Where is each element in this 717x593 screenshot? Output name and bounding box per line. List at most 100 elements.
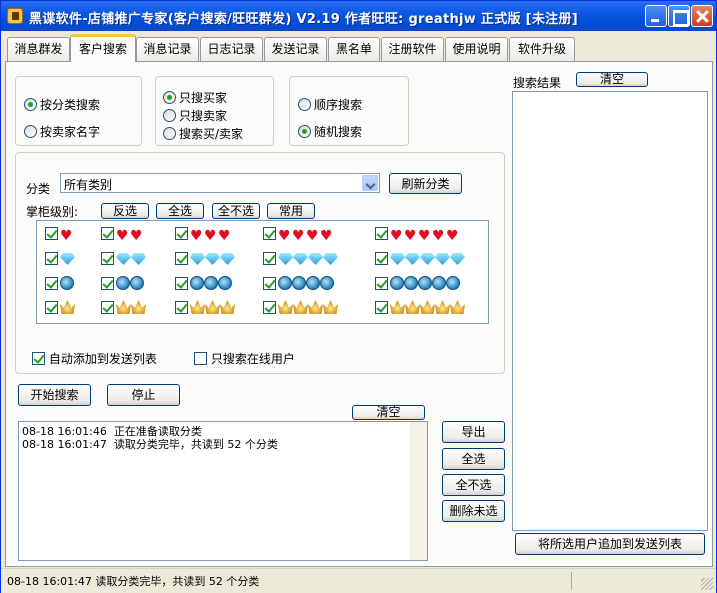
checkbox-box: [263, 252, 276, 265]
refresh-category-button[interactable]: 刷新分类: [389, 173, 462, 194]
level-option-blue-crown-3[interactable]: [175, 276, 232, 294]
level-option-gold-crown-5[interactable]: [375, 300, 465, 318]
diamond-icon: [435, 253, 450, 265]
diamond-icon: [420, 253, 435, 265]
close-button[interactable]: [691, 5, 713, 27]
resize-grip-icon[interactable]: [701, 578, 713, 590]
level-option-gold-crown-3[interactable]: [175, 300, 235, 318]
level-option-heart-2[interactable]: ♥♥: [101, 227, 144, 245]
search-results-list[interactable]: [512, 91, 708, 531]
tab-customer-search[interactable]: 客户搜索: [70, 34, 136, 62]
checkbox-box: [375, 252, 388, 265]
common-levels-button[interactable]: 常用: [267, 203, 315, 219]
title-bar[interactable]: 黑谍软件-店铺推广专家(客户搜索/旺旺群发) V2.19 作者旺旺: great…: [1, 1, 716, 31]
log-panel[interactable]: 08-18 16:01:46 正在准备读取分类 08-18 16:01:47 读取…: [18, 421, 428, 561]
select-none-button[interactable]: 全不选: [442, 474, 505, 496]
gold-crown-icon: [308, 300, 323, 314]
delete-unselected-button[interactable]: 删除未选: [442, 500, 505, 522]
diamond-icon: [308, 253, 323, 265]
tab-upgrade[interactable]: 软件升级: [509, 37, 575, 61]
heart-icon: ♥: [306, 228, 319, 244]
diamond-icon: [60, 253, 75, 265]
checkbox-box: [375, 277, 388, 290]
level-option-heart-4[interactable]: ♥♥♥♥: [263, 227, 334, 245]
select-all-levels-button[interactable]: 全选: [156, 203, 204, 219]
radio-buyers-only[interactable]: 只搜买家: [163, 91, 227, 105]
level-option-blue-crown-2[interactable]: [101, 276, 144, 294]
heart-icon: ♥: [60, 228, 73, 244]
radio-label: 搜索买/卖家: [179, 127, 244, 141]
level-option-diamond-1[interactable]: [45, 252, 75, 270]
export-button[interactable]: 导出: [442, 421, 505, 443]
add-to-send-list-button[interactable]: 将所选用户追加到发送列表: [515, 533, 705, 555]
radio-random[interactable]: 随机搜索: [298, 125, 362, 139]
blue-crown-icon: [292, 276, 306, 290]
level-option-heart-3[interactable]: ♥♥♥: [175, 227, 232, 245]
level-option-gold-crown-4[interactable]: [263, 300, 338, 318]
radio-sellers-only[interactable]: 只搜卖家: [163, 109, 227, 123]
level-option-diamond-2[interactable]: [101, 252, 146, 270]
radio-sequential[interactable]: 顺序搜索: [298, 98, 362, 112]
window-title: 黑谍软件-店铺推广专家(客户搜索/旺旺群发) V2.19 作者旺旺: great…: [29, 12, 579, 27]
stop-button[interactable]: 停止: [107, 384, 180, 406]
select-none-levels-button[interactable]: 全不选: [212, 203, 260, 219]
checkbox-box: [175, 252, 188, 265]
diamond-icon: [190, 253, 205, 265]
checkbox-box: [194, 352, 207, 365]
blue-crown-icon: [390, 276, 404, 290]
gold-crown-icon: [116, 300, 131, 314]
level-option-blue-crown-4[interactable]: [263, 276, 334, 294]
select-all-button[interactable]: 全选: [442, 448, 505, 470]
level-option-heart-1[interactable]: ♥: [45, 227, 74, 245]
log-scrollbar[interactable]: [410, 422, 427, 560]
tab-send-log[interactable]: 发送记录: [264, 37, 327, 61]
order-group: 顺序搜索 随机搜索: [289, 76, 409, 146]
gold-crown-icon: [450, 300, 465, 314]
clear-results-button[interactable]: 清空: [576, 72, 648, 87]
level-option-diamond-5[interactable]: [375, 252, 465, 270]
category-select[interactable]: 所有类别: [60, 173, 380, 193]
tab-register[interactable]: 注册软件: [381, 37, 444, 61]
blue-crown-icon: [190, 276, 204, 290]
level-option-diamond-4[interactable]: [263, 252, 338, 270]
radio-buyers-sellers[interactable]: 搜索买/卖家: [163, 127, 243, 141]
radio-label: 顺序搜索: [314, 98, 363, 112]
minimize-button[interactable]: [645, 5, 667, 27]
auto-add-checkbox[interactable]: 自动添加到发送列表: [32, 350, 157, 367]
radio-by-seller[interactable]: 按卖家名字: [24, 125, 100, 139]
level-option-blue-crown-1[interactable]: [45, 276, 74, 294]
tab-blacklist[interactable]: 黑名单: [328, 37, 380, 61]
tab-message-log[interactable]: 消息记录: [136, 37, 199, 61]
level-option-gold-crown-2[interactable]: [101, 300, 146, 318]
checkbox-label: 自动添加到发送列表: [48, 352, 157, 366]
checkbox-box: [263, 227, 276, 240]
level-option-diamond-3[interactable]: [175, 252, 235, 270]
radio-dot: [24, 98, 37, 111]
level-option-blue-crown-5[interactable]: [375, 276, 460, 294]
online-only-checkbox[interactable]: 只搜索在线用户: [194, 350, 295, 367]
radio-by-category[interactable]: 按分类搜索: [24, 98, 100, 112]
blue-crown-icon: [432, 276, 446, 290]
tab-help[interactable]: 使用说明: [445, 37, 508, 61]
blue-crown-icon: [204, 276, 218, 290]
tab-daily-log[interactable]: 日志记录: [200, 37, 263, 61]
chevron-down-icon[interactable]: [362, 175, 378, 191]
gold-crown-icon: [190, 300, 205, 314]
tab-message-broadcast[interactable]: 消息群发: [7, 37, 70, 61]
level-option-heart-5[interactable]: ♥♥♥♥♥: [375, 227, 460, 245]
level-option-gold-crown-1[interactable]: [45, 300, 75, 318]
checkbox-box: [263, 277, 276, 290]
gold-crown-icon: [293, 300, 308, 314]
gold-crown-icon: [220, 300, 235, 314]
invert-selection-button[interactable]: 反选: [101, 203, 149, 219]
checkbox-box: [175, 301, 188, 314]
checkbox-box: [101, 252, 114, 265]
diamond-icon: [405, 253, 420, 265]
start-search-button[interactable]: 开始搜索: [18, 384, 91, 406]
checkbox-box: [32, 352, 45, 365]
clear-log-button[interactable]: 清空: [352, 405, 425, 420]
gold-crown-icon: [435, 300, 450, 314]
heart-icon: ♥: [204, 228, 217, 244]
maximize-button[interactable]: [668, 5, 690, 27]
diamond-icon: [390, 253, 405, 265]
